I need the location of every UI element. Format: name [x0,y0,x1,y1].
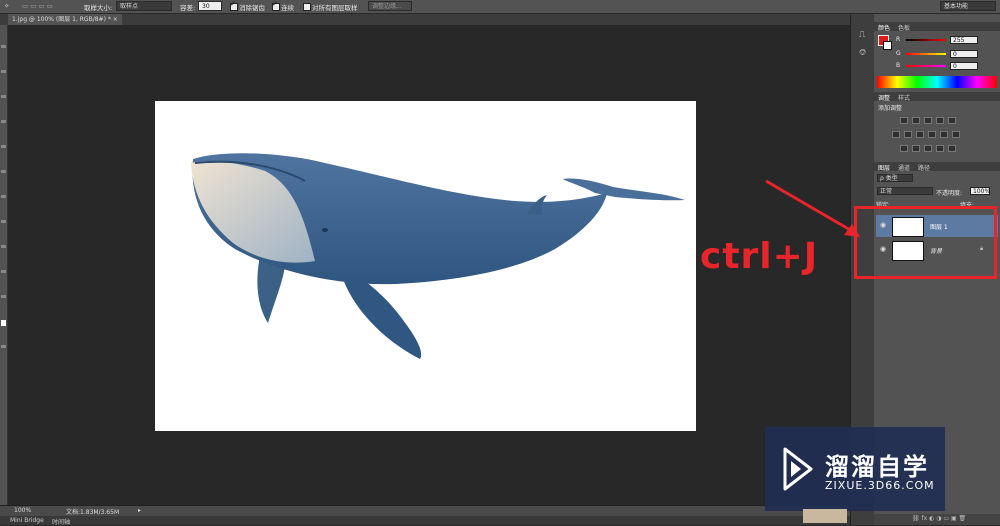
tolerance-input[interactable]: 30 [198,1,222,11]
options-bar: ✧ ▭ ▭ ▭ ▭ 取样大小: 取样点 容差: 30 消除锯齿 连续 对所有图层… [0,0,1000,14]
sample-all-layers-label: 对所有图层取样 [312,4,358,12]
foreground-color-swatch[interactable] [1,320,6,326]
tab-paths[interactable]: 路径 [918,163,930,172]
brush-tool-icon[interactable] [1,220,6,223]
tab-channels[interactable]: 通道 [898,163,910,172]
layer-filter-select[interactable]: ρ 类型 [877,174,913,182]
vibrance-icon[interactable] [948,117,956,124]
history-panel-icon[interactable]: ⎍ [859,30,865,40]
contiguous-label: 连续 [281,4,294,12]
marquee-tool-icon[interactable] [1,70,6,73]
crop-tool-icon[interactable] [1,145,6,148]
taskbar-thumbnail [803,509,847,523]
brightness-contrast-icon[interactable] [900,117,908,124]
sample-size-label: 取样大小: [84,4,113,12]
document-tab[interactable]: 1.jpg @ 100% (图层 1, RGB/8#) * × [8,14,122,25]
eyedropper-tool-icon[interactable] [1,170,6,173]
opacity-label: 不透明度: [936,190,963,197]
adjustments-panel-header: 调整 样式 [874,92,1000,102]
selective-color-icon[interactable] [948,145,956,152]
curves-icon[interactable] [924,117,932,124]
healing-tool-icon[interactable] [1,195,6,198]
annotation-highlight-box [854,206,997,279]
anti-alias-label: 消除锯齿 [239,4,265,12]
selection-mode-icons[interactable]: ▭ ▭ ▭ ▭ [22,2,53,10]
channel-r-label: R [896,36,901,43]
document-tab-bar: 1.jpg @ 100% (图层 1, RGB/8#) * × [0,14,850,25]
color-lookup-icon[interactable] [952,131,960,138]
document-tab-label: 1.jpg @ 100% (图层 1, RGB/8#) * [12,16,111,23]
sample-all-layers-checkbox[interactable] [303,3,311,11]
tolerance-label: 容差: [180,4,196,12]
bottom-panel-tabs: Mini Bridge 时间轴 [0,516,850,526]
anti-alias-checkbox[interactable] [230,0,238,11]
channel-r-slider[interactable] [906,39,946,41]
close-icon[interactable]: × [113,16,118,23]
tab-mini-bridge[interactable]: Mini Bridge [10,517,44,524]
channel-g-slider[interactable] [906,53,946,55]
layers-panel-header: 图层 通道 路径 [874,162,1000,172]
channel-g-label: G [896,50,901,57]
channel-b-label: B [896,62,901,69]
zoom-level[interactable]: 100% [14,507,31,514]
color-balance-icon[interactable] [904,131,912,138]
stamp-tool-icon[interactable] [1,245,6,248]
contiguous-checkbox[interactable] [272,0,280,11]
tab-swatches[interactable]: 色板 [898,23,910,32]
channel-g-input[interactable]: 0 [950,50,978,58]
document-canvas[interactable] [155,101,696,431]
watermark-url: ZIXUE.3D66.COM [825,479,935,492]
gradient-map-icon[interactable] [936,145,944,152]
history-brush-icon[interactable] [1,270,6,273]
tab-styles[interactable]: 样式 [898,93,910,102]
status-bar: 100% 文档:1.83M/3.65M ▸ [0,505,850,516]
hue-saturation-icon[interactable] [892,131,900,138]
sample-size-select[interactable]: 取样点 [116,1,172,11]
channel-r-input[interactable]: 255 [950,36,978,44]
exposure-icon[interactable] [936,117,944,124]
move-tool-icon[interactable] [1,45,6,48]
magic-wand-tool-icon[interactable]: ✧ [4,2,9,10]
blend-mode-select[interactable]: 正常 [877,187,933,195]
watermark-name: 溜溜自学 [825,453,929,481]
status-menu-arrow-icon[interactable]: ▸ [138,507,141,514]
annotation-shortcut-text: ctrl+J [700,236,819,277]
black-white-icon[interactable] [916,131,924,138]
doc-info: 文档:1.83M/3.65M [66,509,120,516]
whale-image [191,153,685,359]
layers-footer-toolbar: ⛓ fx ◐ ◑ ▭ ▣ 🗑︎ [874,514,1000,525]
channel-mixer-icon[interactable] [940,131,948,138]
levels-icon[interactable] [912,117,920,124]
magic-wand-icon[interactable] [1,120,6,123]
color-spectrum-bar[interactable] [877,76,997,88]
quick-mask-icon[interactable] [1,345,6,348]
threshold-icon[interactable] [924,145,932,152]
invert-icon[interactable] [900,145,908,152]
tools-panel [0,25,8,505]
properties-panel-icon[interactable]: ⎊ [859,48,866,58]
play-logo-icon [783,447,813,491]
channel-b-input[interactable]: 0 [950,62,978,70]
tab-adjustments[interactable]: 调整 [878,93,890,102]
workspace-select[interactable]: 基本功能 [940,1,996,11]
opacity-input[interactable]: 100% [970,187,990,195]
layer-actions-icons[interactable]: ⛓ fx ◐ ◑ ▭ ▣ 🗑︎ [912,515,966,522]
watermark: 溜溜自学 ZIXUE.3D66.COM [765,427,945,511]
photo-filter-icon[interactable] [928,131,936,138]
refine-edge-button[interactable]: 调整边缘... [368,1,412,11]
background-color-chip[interactable] [883,41,892,50]
tab-layers[interactable]: 图层 [878,163,890,172]
adjustments-title: 添加调整 [878,105,903,112]
tab-color[interactable]: 颜色 [878,23,890,32]
color-panel-header: 颜色 色板 [874,22,1000,32]
channel-b-slider[interactable] [906,65,946,67]
lasso-tool-icon[interactable] [1,95,6,98]
eraser-tool-icon[interactable] [1,295,6,298]
posterize-icon[interactable] [912,145,920,152]
